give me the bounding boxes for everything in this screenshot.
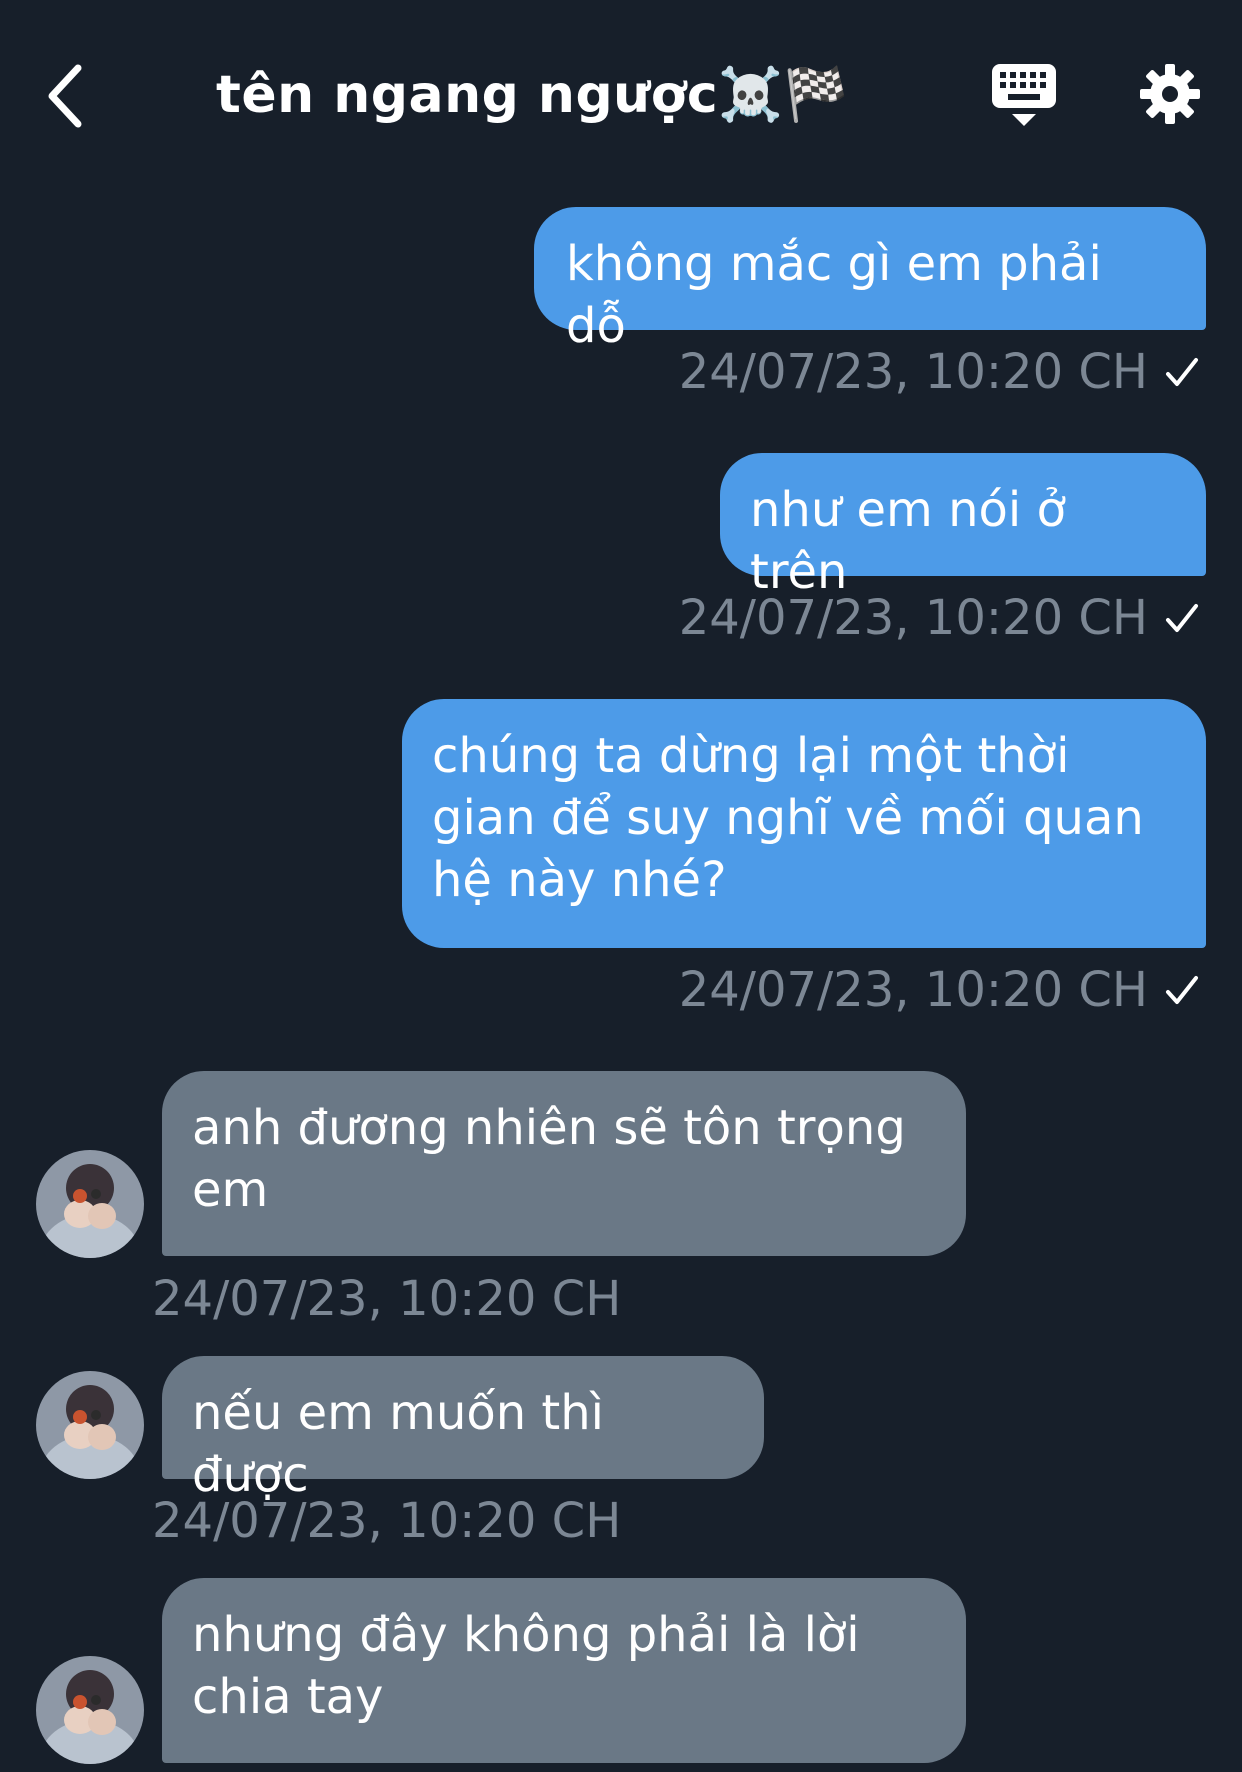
keyboard-dismiss-icon — [992, 64, 1056, 126]
avatar-photo — [36, 1656, 144, 1764]
message-text: nhưng đây không phải là lời chia tay — [192, 1607, 860, 1725]
contact-avatar[interactable] — [36, 1150, 144, 1258]
chevron-left-icon — [48, 64, 82, 128]
outgoing-message-bubble[interactable]: không mắc gì em phải dỗ — [534, 207, 1206, 354]
timestamp-text: 24/07/23, 10:20 CH — [678, 344, 1148, 400]
outgoing-message-bubble[interactable]: như em nói ở trên — [720, 453, 1206, 600]
timestamp-text: 24/07/23, 10:20 CH — [678, 590, 1148, 646]
timestamp-text: 24/07/23, 10:20 CH — [678, 962, 1148, 1018]
contact-avatar[interactable] — [36, 1656, 144, 1764]
back-button[interactable] — [40, 56, 100, 136]
read-check-icon — [1166, 604, 1198, 632]
keyboard-toggle-button[interactable] — [990, 62, 1058, 130]
read-check-icon — [1166, 358, 1198, 386]
avatar-photo — [36, 1371, 144, 1479]
message-timestamp: 24/07/23, 10:20 CH — [679, 590, 1202, 646]
settings-button[interactable] — [1138, 62, 1202, 126]
message-text: như em nói ở trên — [750, 482, 1066, 600]
chat-screen: tên ngang ngược☠️🏁 không mắc gì em phải … — [0, 0, 1242, 1772]
gear-icon — [1140, 64, 1200, 124]
message-text: nếu em muốn thì được — [192, 1385, 604, 1503]
contact-avatar[interactable] — [36, 1371, 144, 1479]
message-text: không mắc gì em phải dỗ — [566, 236, 1102, 354]
message-timestamp: 24/07/23, 10:20 CH — [679, 962, 1202, 1018]
read-check-icon — [1166, 976, 1198, 1004]
incoming-message-bubble[interactable]: nhưng đây không phải là lời chia tay — [162, 1578, 966, 1763]
incoming-message-bubble[interactable]: nếu em muốn thì được — [162, 1356, 764, 1503]
timestamp-text: 24/07/23, 10:20 CH — [152, 1271, 622, 1327]
message-timestamp: 24/07/23, 10:20 CH — [152, 1271, 621, 1327]
incoming-message-bubble[interactable]: anh đương nhiên sẽ tôn trọng em — [162, 1071, 966, 1256]
conversation-title: tên ngang ngược☠️🏁 — [216, 65, 849, 125]
timestamp-text: 24/07/23, 10:20 CH — [152, 1493, 622, 1549]
message-timestamp: 24/07/23, 10:20 CH — [679, 344, 1202, 400]
chat-header: tên ngang ngược☠️🏁 — [0, 0, 1242, 190]
message-text: chúng ta dừng lại một thời gian để suy n… — [432, 728, 1144, 908]
message-text: anh đương nhiên sẽ tôn trọng em — [192, 1100, 906, 1218]
avatar-photo — [36, 1150, 144, 1258]
message-timestamp: 24/07/23, 10:20 CH — [152, 1493, 621, 1549]
outgoing-message-bubble[interactable]: chúng ta dừng lại một thời gian để suy n… — [402, 699, 1206, 948]
